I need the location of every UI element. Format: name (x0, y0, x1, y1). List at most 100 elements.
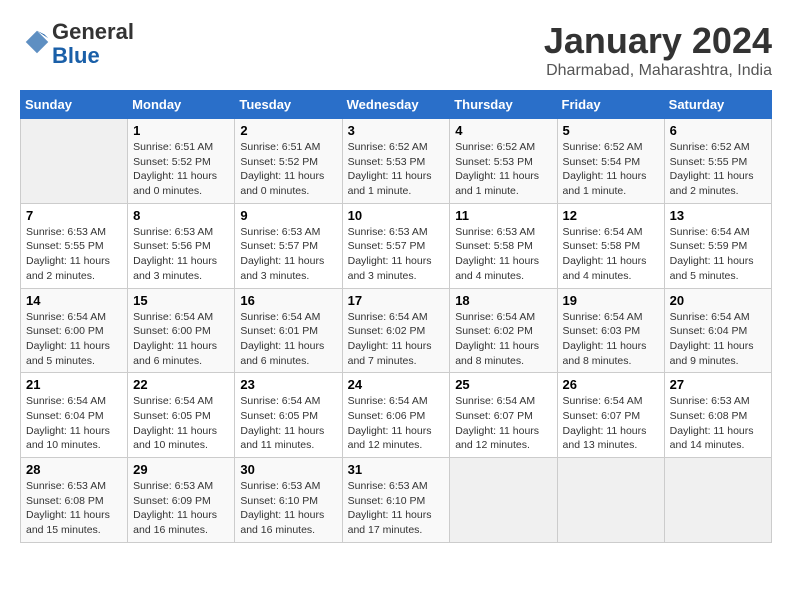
daylight-text: Daylight: 11 hours and 9 minutes. (670, 340, 754, 367)
daylight-text: Daylight: 11 hours and 13 minutes. (563, 425, 647, 452)
sunset-text: Sunset: 5:55 PM (670, 156, 748, 168)
calendar-cell: 12 Sunrise: 6:54 AM Sunset: 5:58 PM Dayl… (557, 203, 664, 288)
daylight-text: Daylight: 11 hours and 17 minutes. (348, 509, 432, 536)
day-info: Sunrise: 6:53 AM Sunset: 6:10 PM Dayligh… (240, 479, 336, 538)
day-info: Sunrise: 6:53 AM Sunset: 5:57 PM Dayligh… (348, 225, 445, 284)
sunset-text: Sunset: 5:56 PM (133, 240, 211, 252)
day-number: 19 (563, 293, 659, 308)
daylight-text: Daylight: 11 hours and 1 minute. (563, 170, 647, 197)
calendar-cell: 11 Sunrise: 6:53 AM Sunset: 5:58 PM Dayl… (450, 203, 557, 288)
daylight-text: Daylight: 11 hours and 12 minutes. (455, 425, 539, 452)
calendar-cell: 6 Sunrise: 6:52 AM Sunset: 5:55 PM Dayli… (664, 119, 771, 204)
day-number: 11 (455, 208, 551, 223)
sunrise-text: Sunrise: 6:51 AM (133, 141, 213, 153)
day-number: 22 (133, 377, 229, 392)
day-info: Sunrise: 6:52 AM Sunset: 5:53 PM Dayligh… (455, 140, 551, 199)
calendar-cell: 10 Sunrise: 6:53 AM Sunset: 5:57 PM Dayl… (342, 203, 450, 288)
calendar-week-row: 1 Sunrise: 6:51 AM Sunset: 5:52 PM Dayli… (21, 119, 772, 204)
sunrise-text: Sunrise: 6:53 AM (348, 226, 428, 238)
sunrise-text: Sunrise: 6:53 AM (26, 480, 106, 492)
sunset-text: Sunset: 5:55 PM (26, 240, 104, 252)
day-info: Sunrise: 6:51 AM Sunset: 5:52 PM Dayligh… (240, 140, 336, 199)
day-info: Sunrise: 6:54 AM Sunset: 5:59 PM Dayligh… (670, 225, 766, 284)
sunset-text: Sunset: 5:58 PM (563, 240, 641, 252)
daylight-text: Daylight: 11 hours and 4 minutes. (455, 255, 539, 282)
calendar-cell: 15 Sunrise: 6:54 AM Sunset: 6:00 PM Dayl… (128, 288, 235, 373)
day-info: Sunrise: 6:54 AM Sunset: 6:04 PM Dayligh… (26, 394, 122, 453)
sunrise-text: Sunrise: 6:52 AM (348, 141, 428, 153)
weekday-header: Tuesday (235, 91, 342, 119)
day-number: 31 (348, 462, 445, 477)
calendar-cell: 14 Sunrise: 6:54 AM Sunset: 6:00 PM Dayl… (21, 288, 128, 373)
day-info: Sunrise: 6:54 AM Sunset: 6:04 PM Dayligh… (670, 310, 766, 369)
calendar-cell: 30 Sunrise: 6:53 AM Sunset: 6:10 PM Dayl… (235, 458, 342, 543)
sunset-text: Sunset: 6:05 PM (240, 410, 318, 422)
sunrise-text: Sunrise: 6:53 AM (348, 480, 428, 492)
calendar-header-row: SundayMondayTuesdayWednesdayThursdayFrid… (21, 91, 772, 119)
day-info: Sunrise: 6:54 AM Sunset: 6:05 PM Dayligh… (133, 394, 229, 453)
sunset-text: Sunset: 6:00 PM (133, 325, 211, 337)
sunrise-text: Sunrise: 6:53 AM (133, 480, 213, 492)
logo: General Blue (20, 20, 134, 68)
sunrise-text: Sunrise: 6:54 AM (133, 311, 213, 323)
sunrise-text: Sunrise: 6:54 AM (26, 395, 106, 407)
calendar-table: SundayMondayTuesdayWednesdayThursdayFrid… (20, 90, 772, 543)
sunset-text: Sunset: 5:54 PM (563, 156, 641, 168)
day-number: 21 (26, 377, 122, 392)
day-info: Sunrise: 6:54 AM Sunset: 6:07 PM Dayligh… (563, 394, 659, 453)
sunrise-text: Sunrise: 6:54 AM (670, 311, 750, 323)
day-info: Sunrise: 6:52 AM Sunset: 5:54 PM Dayligh… (563, 140, 659, 199)
day-info: Sunrise: 6:54 AM Sunset: 6:05 PM Dayligh… (240, 394, 336, 453)
calendar-week-row: 7 Sunrise: 6:53 AM Sunset: 5:55 PM Dayli… (21, 203, 772, 288)
calendar-cell: 20 Sunrise: 6:54 AM Sunset: 6:04 PM Dayl… (664, 288, 771, 373)
calendar-cell: 4 Sunrise: 6:52 AM Sunset: 5:53 PM Dayli… (450, 119, 557, 204)
sunrise-text: Sunrise: 6:54 AM (348, 395, 428, 407)
location-title: Dharmabad, Maharashtra, India (544, 62, 772, 80)
day-number: 13 (670, 208, 766, 223)
sunrise-text: Sunrise: 6:54 AM (26, 311, 106, 323)
logo-text: General Blue (52, 20, 134, 68)
month-title: January 2024 (544, 20, 772, 62)
calendar-cell: 29 Sunrise: 6:53 AM Sunset: 6:09 PM Dayl… (128, 458, 235, 543)
daylight-text: Daylight: 11 hours and 14 minutes. (670, 425, 754, 452)
calendar-cell: 19 Sunrise: 6:54 AM Sunset: 6:03 PM Dayl… (557, 288, 664, 373)
calendar-cell: 2 Sunrise: 6:51 AM Sunset: 5:52 PM Dayli… (235, 119, 342, 204)
sunrise-text: Sunrise: 6:52 AM (455, 141, 535, 153)
daylight-text: Daylight: 11 hours and 1 minute. (348, 170, 432, 197)
daylight-text: Daylight: 11 hours and 7 minutes. (348, 340, 432, 367)
daylight-text: Daylight: 11 hours and 3 minutes. (348, 255, 432, 282)
calendar-cell (664, 458, 771, 543)
weekday-header: Sunday (21, 91, 128, 119)
day-number: 26 (563, 377, 659, 392)
daylight-text: Daylight: 11 hours and 16 minutes. (133, 509, 217, 536)
day-info: Sunrise: 6:54 AM Sunset: 6:02 PM Dayligh… (348, 310, 445, 369)
day-number: 9 (240, 208, 336, 223)
daylight-text: Daylight: 11 hours and 10 minutes. (133, 425, 217, 452)
daylight-text: Daylight: 11 hours and 8 minutes. (455, 340, 539, 367)
daylight-text: Daylight: 11 hours and 6 minutes. (240, 340, 324, 367)
sunrise-text: Sunrise: 6:53 AM (240, 480, 320, 492)
day-info: Sunrise: 6:53 AM Sunset: 5:55 PM Dayligh… (26, 225, 122, 284)
sunrise-text: Sunrise: 6:53 AM (240, 226, 320, 238)
day-info: Sunrise: 6:53 AM Sunset: 5:58 PM Dayligh… (455, 225, 551, 284)
day-number: 15 (133, 293, 229, 308)
day-info: Sunrise: 6:53 AM Sunset: 6:08 PM Dayligh… (26, 479, 122, 538)
day-number: 2 (240, 123, 336, 138)
sunrise-text: Sunrise: 6:52 AM (563, 141, 643, 153)
logo-blue: Blue (52, 43, 100, 68)
sunset-text: Sunset: 6:02 PM (455, 325, 533, 337)
day-number: 3 (348, 123, 445, 138)
day-number: 5 (563, 123, 659, 138)
logo-icon (22, 27, 52, 57)
sunset-text: Sunset: 6:07 PM (563, 410, 641, 422)
sunset-text: Sunset: 5:57 PM (348, 240, 426, 252)
daylight-text: Daylight: 11 hours and 3 minutes. (133, 255, 217, 282)
day-info: Sunrise: 6:53 AM Sunset: 6:09 PM Dayligh… (133, 479, 229, 538)
calendar-cell: 18 Sunrise: 6:54 AM Sunset: 6:02 PM Dayl… (450, 288, 557, 373)
calendar-cell: 8 Sunrise: 6:53 AM Sunset: 5:56 PM Dayli… (128, 203, 235, 288)
daylight-text: Daylight: 11 hours and 10 minutes. (26, 425, 110, 452)
day-info: Sunrise: 6:53 AM Sunset: 5:56 PM Dayligh… (133, 225, 229, 284)
sunrise-text: Sunrise: 6:54 AM (670, 226, 750, 238)
day-number: 20 (670, 293, 766, 308)
sunrise-text: Sunrise: 6:53 AM (26, 226, 106, 238)
